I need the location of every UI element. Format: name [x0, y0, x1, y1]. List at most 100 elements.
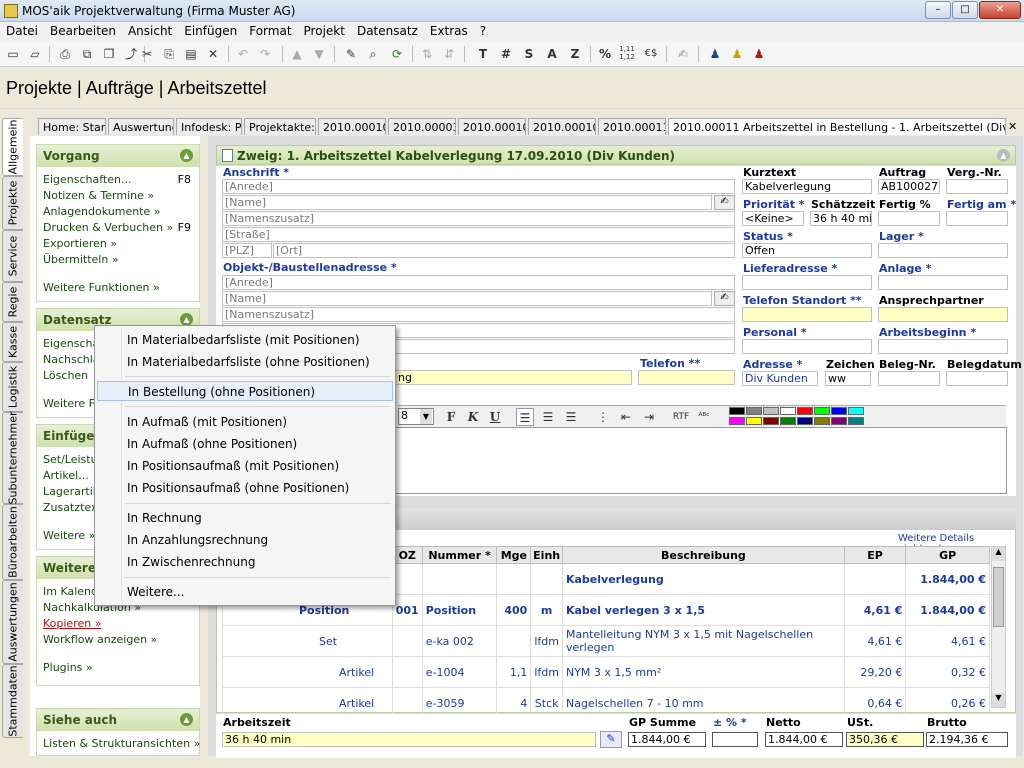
- col-ep[interactable]: EP: [843, 546, 907, 564]
- menu-help[interactable]: ?: [474, 22, 492, 38]
- minimize-button[interactable]: –: [925, 1, 951, 19]
- vtab-logistik[interactable]: Logistik: [2, 362, 23, 412]
- namenszusatz-field[interactable]: [Namenszusatz]: [222, 211, 735, 226]
- collapse-icon[interactable]: ▲: [180, 149, 193, 162]
- cell-type[interactable]: Set: [222, 625, 393, 657]
- currency-button[interactable]: €$: [642, 45, 660, 63]
- strasse-field[interactable]: [Straße]: [222, 227, 735, 242]
- cell-nummer[interactable]: [421, 563, 498, 595]
- color-swatch[interactable]: [848, 417, 864, 425]
- decimals-button[interactable]: 1,11 1,12: [618, 45, 636, 63]
- menu-item-anzahlungsrechnung[interactable]: In Anzahlungsrechnung: [97, 530, 393, 550]
- user-yellow-icon[interactable]: ♟: [728, 45, 746, 63]
- objekt-anrede-field[interactable]: [Anrede]: [222, 275, 735, 290]
- close-button[interactable]: ✕: [979, 1, 1021, 19]
- z-format-button[interactable]: Z: [566, 45, 584, 63]
- color-swatch[interactable]: [780, 417, 796, 425]
- menu-item-positionsaufmass-mit[interactable]: In Positionsaufmaß (mit Positionen): [97, 456, 393, 476]
- cell-type[interactable]: Artikel: [222, 656, 393, 688]
- link-loeschen[interactable]: Löschen: [43, 369, 88, 382]
- cell-nummer[interactable]: e-1004: [421, 656, 498, 688]
- arbeitszeit-field[interactable]: 36 h 40 min: [222, 732, 596, 747]
- color-swatch[interactable]: [729, 407, 745, 415]
- link-plugins[interactable]: Plugins »: [43, 661, 93, 674]
- section-header[interactable]: Vorgang ▲: [37, 145, 199, 167]
- vtab-bueroarbeiten[interactable]: Büroarbeiten: [2, 504, 23, 580]
- menu-item-materialbedarf-mit[interactable]: In Materialbedarfsliste (mit Positionen): [97, 330, 393, 350]
- vtab-kasse[interactable]: Kasse: [2, 322, 23, 362]
- indent-icon[interactable]: ⇥: [640, 408, 658, 426]
- align-left-icon[interactable]: ☰: [516, 408, 534, 426]
- menu-einfuegen[interactable]: Einfügen: [178, 22, 243, 38]
- plz-field[interactable]: [PLZ]: [222, 243, 272, 258]
- link-uebermitteln[interactable]: Übermitteln »: [43, 253, 119, 266]
- color-swatch[interactable]: [797, 407, 813, 415]
- lieferadresse-field[interactable]: [742, 275, 872, 290]
- color-swatch[interactable]: [780, 407, 796, 415]
- section-header[interactable]: Siehe auch ▲: [37, 709, 199, 731]
- color-swatch[interactable]: [729, 417, 745, 425]
- move-up-icon[interactable]: ▲: [288, 45, 306, 63]
- bullet-list-icon[interactable]: ⋮: [594, 408, 612, 426]
- color-swatch[interactable]: [814, 407, 830, 415]
- doctab-2010-00003[interactable]: 2010.00003: [388, 118, 456, 135]
- ort-field[interactable]: [Ort]: [273, 243, 735, 258]
- cell-oz[interactable]: 001: [391, 594, 423, 626]
- copy-icon[interactable]: ⎘: [160, 45, 178, 63]
- cell-desc[interactable]: Kabel verlegen 3 x 1,5: [561, 594, 845, 626]
- link-artikel[interactable]: Artikel...: [43, 469, 89, 482]
- vtab-projekte[interactable]: Projekte: [2, 176, 23, 230]
- color-swatch[interactable]: [848, 407, 864, 415]
- vtab-subunternehmer[interactable]: Subunternehmer: [2, 411, 23, 505]
- doctab-auswertung[interactable]: Auswertung: [108, 118, 174, 135]
- signature-icon[interactable]: ✍: [674, 45, 692, 63]
- cell-ep[interactable]: 4,61 €: [843, 625, 907, 657]
- belegnr-field[interactable]: [878, 371, 940, 386]
- signature-button[interactable]: ✍: [714, 195, 735, 210]
- menu-item-zwischenrechnung[interactable]: In Zwischenrechnung: [97, 552, 393, 572]
- color-swatch[interactable]: [814, 417, 830, 425]
- link-zusatztext[interactable]: Zusatztex: [43, 501, 97, 514]
- color-swatch[interactable]: [746, 407, 762, 415]
- link-set-leistung[interactable]: Set/Leistu: [43, 453, 98, 466]
- cut-icon[interactable]: ✂: [138, 45, 156, 63]
- scroll-up-icon[interactable]: ▲: [992, 547, 1005, 561]
- cell-oz[interactable]: [391, 625, 423, 657]
- cell-nummer[interactable]: Position: [421, 594, 498, 626]
- ansprech-field[interactable]: [878, 307, 1008, 322]
- menu-item-weitere[interactable]: Weitere...: [97, 582, 393, 602]
- menu-datei[interactable]: Datei: [0, 22, 44, 38]
- objekt-namenszusatz-field[interactable]: [Namenszusatz]: [222, 307, 735, 322]
- link-exportieren[interactable]: Exportieren »: [43, 237, 117, 250]
- spellcheck-icon[interactable]: ᴬᴮᶜ: [695, 408, 713, 426]
- bold-button[interactable]: F: [442, 408, 460, 426]
- cell-einh[interactable]: m: [530, 594, 563, 626]
- vtab-stammdaten[interactable]: Stammdaten: [2, 664, 23, 738]
- cell-gp[interactable]: 1.844,00 €: [905, 563, 990, 595]
- adresse-field[interactable]: Div Kunden: [742, 371, 818, 386]
- paste-icon[interactable]: ▤: [182, 45, 200, 63]
- ust-field[interactable]: 350,36 €: [846, 732, 924, 747]
- link-notizen[interactable]: Notizen & Termine »: [43, 189, 154, 202]
- cell-mge[interactable]: 400: [496, 594, 532, 626]
- cell-mge[interactable]: [496, 625, 532, 657]
- font-size-select[interactable]: 8 ▼: [398, 408, 434, 425]
- cell-desc[interactable]: NYM 3 x 1,5 mm²: [561, 656, 845, 688]
- link-workflow[interactable]: Workflow anzeigen »: [43, 633, 157, 646]
- menu-ansicht[interactable]: Ansicht: [122, 22, 178, 38]
- link-kopieren[interactable]: Kopieren »: [43, 617, 101, 630]
- telstandort-field[interactable]: [742, 307, 872, 322]
- col-nummer[interactable]: Nummer *: [421, 546, 498, 564]
- color-swatch[interactable]: [831, 407, 847, 415]
- anrede-field[interactable]: [Anrede]: [222, 179, 735, 194]
- doctab-active[interactable]: 2010.00011 Arbeitszettel in Bestellung -…: [668, 118, 1006, 135]
- zeichen-field[interactable]: ww: [825, 371, 871, 386]
- cell-ep[interactable]: 4,61 €: [843, 594, 907, 626]
- link-weitere-einf[interactable]: Weitere »: [43, 529, 95, 542]
- underline-button[interactable]: U: [486, 408, 504, 426]
- menu-projekt[interactable]: Projekt: [298, 22, 351, 38]
- col-mge[interactable]: Mge: [496, 546, 532, 564]
- italic-button[interactable]: K: [464, 408, 482, 426]
- vtab-service[interactable]: Service: [2, 230, 23, 282]
- signature-button-2[interactable]: ✍: [714, 291, 735, 306]
